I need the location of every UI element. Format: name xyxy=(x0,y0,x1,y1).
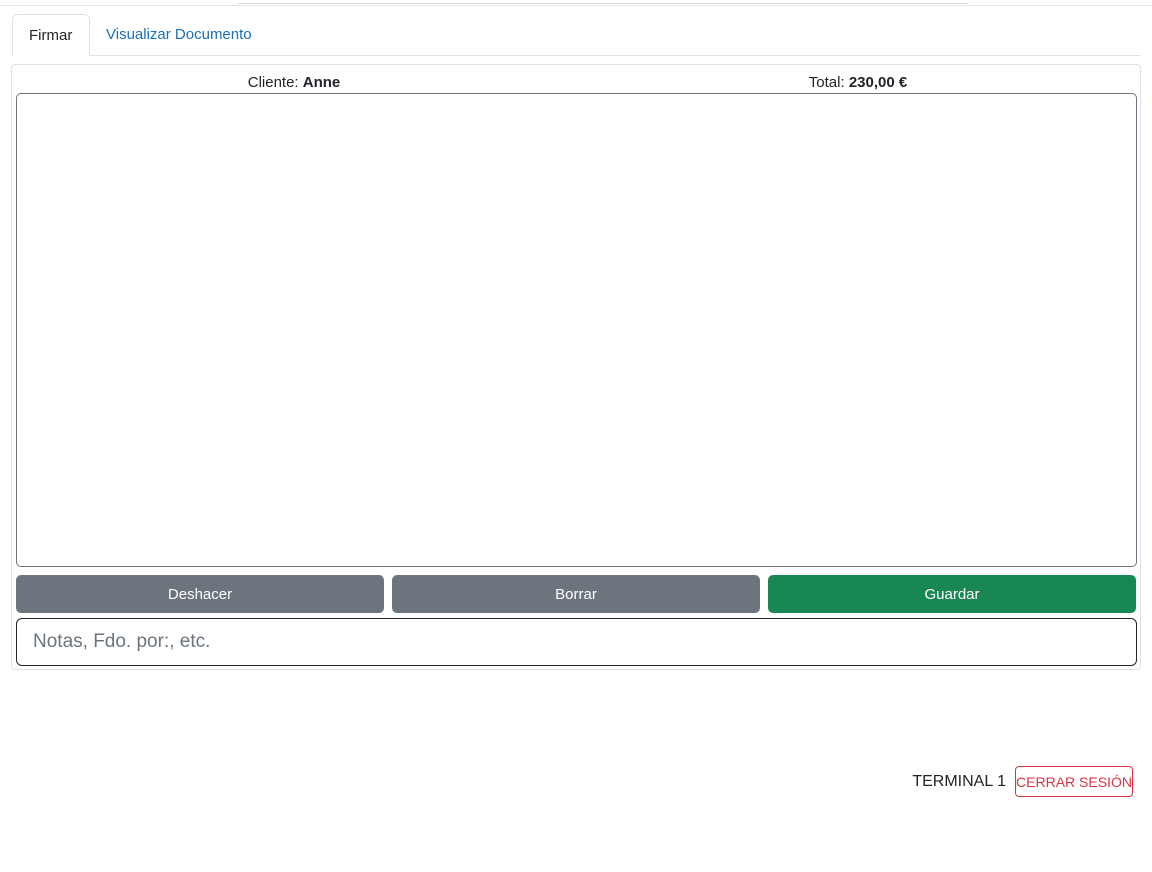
tab-visualizar-documento[interactable]: Visualizar Documento xyxy=(90,14,268,56)
notes-input[interactable] xyxy=(16,618,1137,666)
signature-canvas[interactable] xyxy=(16,93,1137,567)
terminal-label: TERMINAL 1 xyxy=(912,773,1006,790)
save-button[interactable]: Guardar xyxy=(768,575,1136,613)
total-info: Total: 230,00 € xyxy=(576,74,1140,91)
logout-button[interactable]: CERRAR SESIÓN xyxy=(1015,766,1133,797)
client-info: Cliente: Anne xyxy=(12,74,576,91)
client-label: Cliente: xyxy=(247,74,299,91)
clear-button[interactable]: Borrar xyxy=(392,575,760,613)
footer: TERMINAL 1 CERRAR SESIÓN xyxy=(0,766,1152,798)
tab-firmar[interactable]: Firmar xyxy=(12,14,90,56)
tab-bar: Firmar Visualizar Documento xyxy=(12,14,1141,56)
undo-button[interactable]: Deshacer xyxy=(16,575,384,613)
signature-panel: Cliente: Anne Total: 230,00 € Deshacer B… xyxy=(11,64,1141,670)
info-row: Cliente: Anne Total: 230,00 € xyxy=(12,65,1140,93)
total-value: 230,00 € xyxy=(848,74,908,91)
total-label: Total: xyxy=(808,74,845,91)
top-divider xyxy=(0,0,1152,6)
top-divider-segment xyxy=(238,0,968,4)
client-name: Anne xyxy=(302,74,341,91)
